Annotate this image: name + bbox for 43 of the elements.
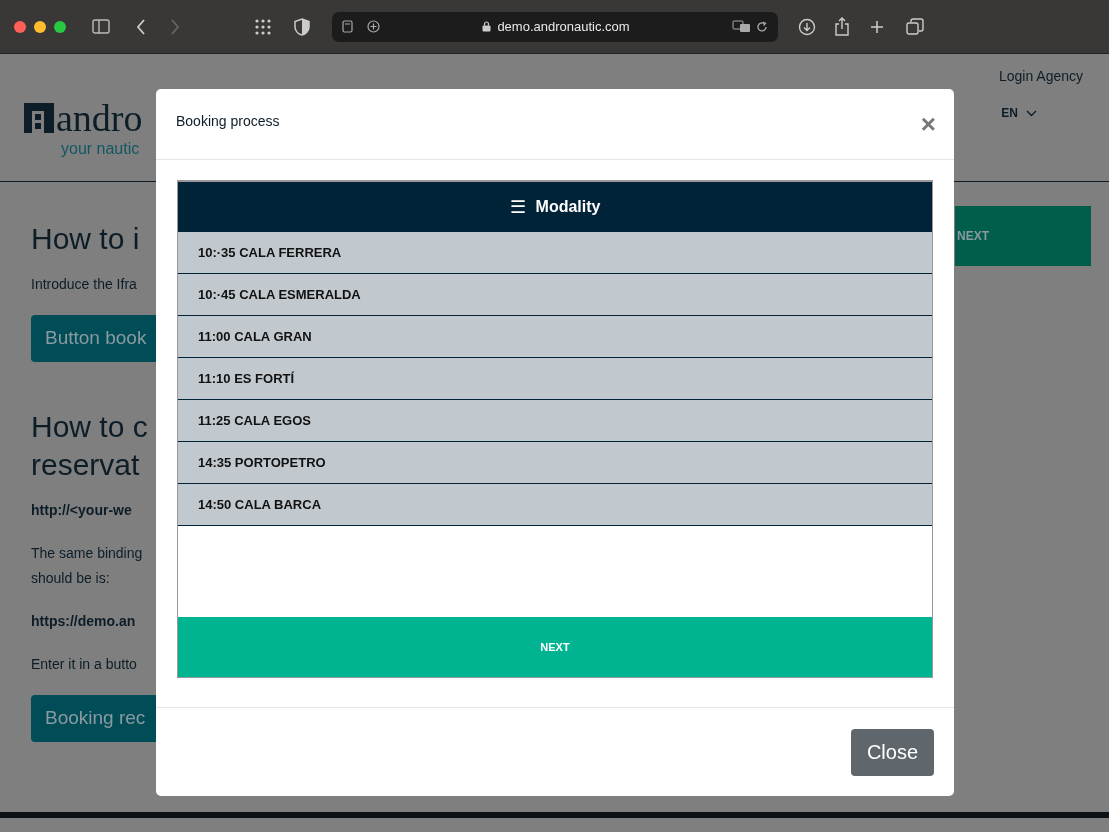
chevron-down-icon[interactable]	[1026, 109, 1037, 117]
menu-icon: ☰	[509, 198, 526, 216]
modality-option[interactable]: 10:·35 CALA FERRERA	[178, 232, 932, 274]
minimize-window-icon[interactable]	[34, 20, 46, 33]
modality-option[interactable]: 11:10 ES FORTÍ	[178, 358, 932, 400]
paragraph: Introduce the Ifra	[31, 275, 138, 294]
share-icon[interactable]	[834, 16, 850, 37]
logo-text: andro	[56, 98, 143, 138]
modality-option[interactable]: 11:25 CALA EGOS	[178, 400, 932, 442]
url-text: http://<your-we	[31, 501, 133, 520]
address-bar[interactable]: demo.andronautic.com	[332, 11, 778, 42]
modality-option[interactable]: 11:00 CALA GRAN	[178, 316, 932, 358]
shield-icon[interactable]	[294, 17, 310, 36]
modality-title: Modality	[535, 197, 601, 217]
logo-mark-icon	[24, 103, 54, 133]
reload-icon[interactable]	[756, 20, 768, 33]
zoom-window-icon[interactable]	[54, 20, 66, 33]
url-text: https://demo.an	[31, 612, 137, 631]
close-button[interactable]: ×	[920, 111, 936, 137]
login-link[interactable]: Login Agency	[998, 65, 1083, 87]
url-text: demo.andronautic.com	[497, 17, 630, 36]
lock-icon	[482, 21, 492, 32]
sidebar-icon[interactable]	[92, 19, 110, 34]
back-icon[interactable]	[136, 18, 146, 35]
paragraph: Enter it in a butto	[31, 655, 138, 674]
paragraph: The same binding should be is:	[31, 544, 144, 588]
grid-icon[interactable]	[254, 17, 272, 36]
language-selector[interactable]: EN	[1001, 104, 1018, 122]
tabs-overview-icon[interactable]	[906, 17, 924, 36]
close-button[interactable]: Close	[851, 728, 934, 776]
logo-tagline: your nautic	[61, 139, 141, 159]
plus-circle-icon[interactable]	[367, 20, 380, 33]
modality-option[interactable]: 10:·45 CALA ESMERALDA	[178, 274, 932, 316]
section-heading: How to c reservat	[31, 409, 149, 483]
dialog-title: Booking process	[176, 112, 280, 131]
new-tab-icon[interactable]	[870, 19, 884, 34]
modality-option[interactable]: 14:35 PORTOPETRO	[178, 442, 932, 484]
section-heading: How to i	[31, 221, 141, 257]
modality-option[interactable]: 14:50 CALA BARCA	[178, 484, 932, 526]
download-icon[interactable]	[798, 17, 816, 36]
translate-icon[interactable]	[732, 20, 752, 33]
reader-icon[interactable]	[342, 20, 353, 33]
close-window-icon[interactable]	[14, 20, 26, 33]
